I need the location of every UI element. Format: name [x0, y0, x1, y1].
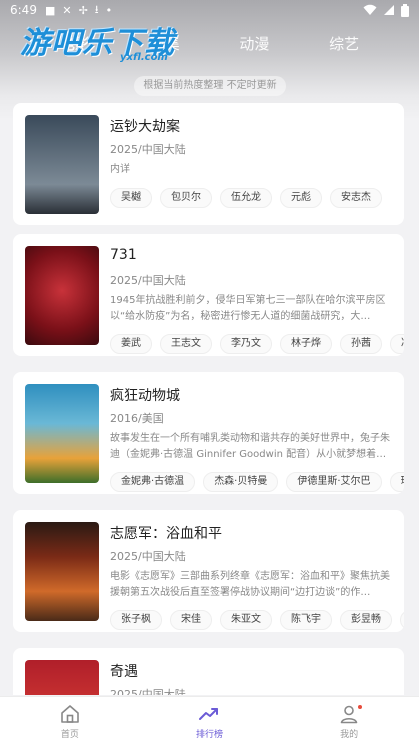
cast-chip[interactable]: 姜武	[110, 334, 152, 354]
cast-list: 吴樾 包贝尔 伍允龙 元彪 安志杰	[110, 188, 404, 210]
movie-card[interactable]: 731 2025/中国大陆 1945年抗战胜利前夕，侵华日军第七三一部队在哈尔滨…	[13, 234, 404, 356]
status-bar: 6:49 ■ ✕ ✢ ⭳ •	[0, 0, 419, 20]
cast-chip[interactable]: 彭昱畅	[340, 610, 392, 630]
cast-chip[interactable]: 宋佳	[170, 610, 212, 630]
cast-chip[interactable]: 张子枫	[110, 610, 162, 630]
home-icon	[61, 705, 79, 723]
cast-chip[interactable]: 冯文娟	[390, 334, 404, 354]
nav-home[interactable]: 首页	[30, 703, 110, 740]
cast-chip[interactable]: 金妮弗·古德温	[110, 472, 196, 492]
nav-profile-label: 我的	[340, 730, 359, 740]
dot-icon: •	[105, 3, 113, 17]
cast-chip[interactable]: 包贝尔	[160, 188, 212, 208]
movie-card[interactable]: 奇遇 2025/中国大陆	[13, 648, 404, 695]
cast-chip[interactable]: 伊德里斯·艾尔巴	[286, 472, 382, 492]
movie-description: 电影《志愿军》三部曲系列终章《志愿军：浴血和平》聚焦抗美援朝第五次战役后直至签署…	[110, 571, 390, 598]
bottom-navigation: 首页 排行榜 我的	[0, 696, 419, 746]
movie-poster	[25, 115, 99, 214]
expand-icon: ✢	[78, 3, 88, 17]
cast-chip[interactable]: 李乃文	[220, 334, 272, 354]
nav-ranking-label: 排行榜	[195, 730, 223, 740]
cast-chip[interactable]: 安志杰	[330, 188, 382, 208]
cast-list: 张子枫 宋佳 朱亚文 陈飞宇 彭昱畅 肖央	[110, 610, 404, 632]
cast-list: 金妮弗·古德温 杰森·贝特曼 伊德里斯·艾尔巴 珍妮·斯雷特	[110, 472, 404, 494]
movie-card[interactable]: 志愿军：浴血和平 2025/中国大陆 电影《志愿军》三部曲系列终章《志愿军：浴血…	[13, 510, 404, 632]
movie-poster	[25, 660, 99, 695]
ranking-list: 运钞大劫案 2025/中国大陆 内详 吴樾 包贝尔 伍允龙 元彪 安志杰 731…	[13, 103, 404, 695]
signal-icon	[384, 5, 394, 15]
wifi-icon	[363, 4, 377, 15]
movie-title: 奇遇	[110, 664, 138, 680]
movie-title: 731	[110, 247, 137, 263]
cast-chip[interactable]: 陈飞宇	[280, 610, 332, 630]
movie-description: 内详	[110, 164, 130, 175]
movie-description: 1945年抗战胜利前夕，侵华日军第七三一部队在哈尔滨平房区以“给水防疫”为名，秘…	[110, 295, 386, 322]
cast-chip[interactable]: 吴樾	[110, 188, 152, 208]
trending-icon	[199, 708, 219, 720]
movie-card[interactable]: 运钞大劫案 2025/中国大陆 内详 吴樾 包贝尔 伍允龙 元彪 安志杰	[13, 103, 404, 225]
app-notification-icon: ✕	[62, 3, 72, 17]
cast-chip[interactable]: 孙茜	[340, 334, 382, 354]
cast-chip[interactable]: 肖央	[400, 610, 404, 630]
movie-title: 志愿军：浴血和平	[110, 526, 222, 542]
status-time: 6:49	[10, 3, 37, 17]
battery-icon	[401, 3, 409, 17]
tab-variety[interactable]: 综艺	[329, 33, 359, 54]
movie-poster	[25, 246, 99, 345]
nav-ranking[interactable]: 排行榜	[169, 703, 249, 740]
movie-card[interactable]: 疯狂动物城 2016/美国 故事发生在一个所有哺乳类动物和谐共存的美好世界中，兔…	[13, 372, 404, 494]
movie-year-region: 2025/中国大陆	[110, 550, 186, 563]
movie-poster	[25, 522, 99, 621]
site-watermark-url: yxfl.com	[120, 52, 168, 63]
movie-title: 疯狂动物城	[110, 388, 180, 404]
movie-year-region: 2025/中国大陆	[110, 274, 186, 287]
cast-chip[interactable]: 杰森·贝特曼	[203, 472, 279, 492]
nav-profile[interactable]: 我的	[309, 703, 389, 740]
cast-chip[interactable]: 元彪	[280, 188, 322, 208]
cast-chip[interactable]: 伍允龙	[220, 188, 272, 208]
movie-year-region: 2025/中国大陆	[110, 688, 186, 695]
tab-anime[interactable]: 动漫	[239, 33, 269, 54]
cast-chip[interactable]: 朱亚文	[220, 610, 272, 630]
cast-chip[interactable]: 林子烨	[280, 334, 332, 354]
cast-list: 姜武 王志文 李乃文 林子烨 孙茜 冯文娟	[110, 334, 404, 356]
notification-icon: ■	[44, 3, 56, 17]
download-icon: ⭳	[94, 2, 99, 16]
cast-chip[interactable]: 王志文	[160, 334, 212, 354]
movie-year-region: 2025/中国大陆	[110, 143, 186, 156]
movie-description: 故事发生在一个所有哺乳类动物和谐共存的美好世界中，兔子朱迪（金妮弗·古德温 Gi…	[110, 433, 390, 460]
notification-badge	[358, 705, 363, 709]
movie-poster	[25, 384, 99, 483]
cast-chip[interactable]: 珍妮·斯雷特	[389, 472, 404, 492]
user-icon	[340, 705, 358, 724]
movie-title: 运钞大劫案	[110, 119, 180, 135]
ranking-notice: 根据当前热度整理 不定时更新	[134, 76, 286, 96]
movie-year-region: 2016/美国	[110, 412, 164, 425]
nav-home-label: 首页	[60, 730, 79, 740]
